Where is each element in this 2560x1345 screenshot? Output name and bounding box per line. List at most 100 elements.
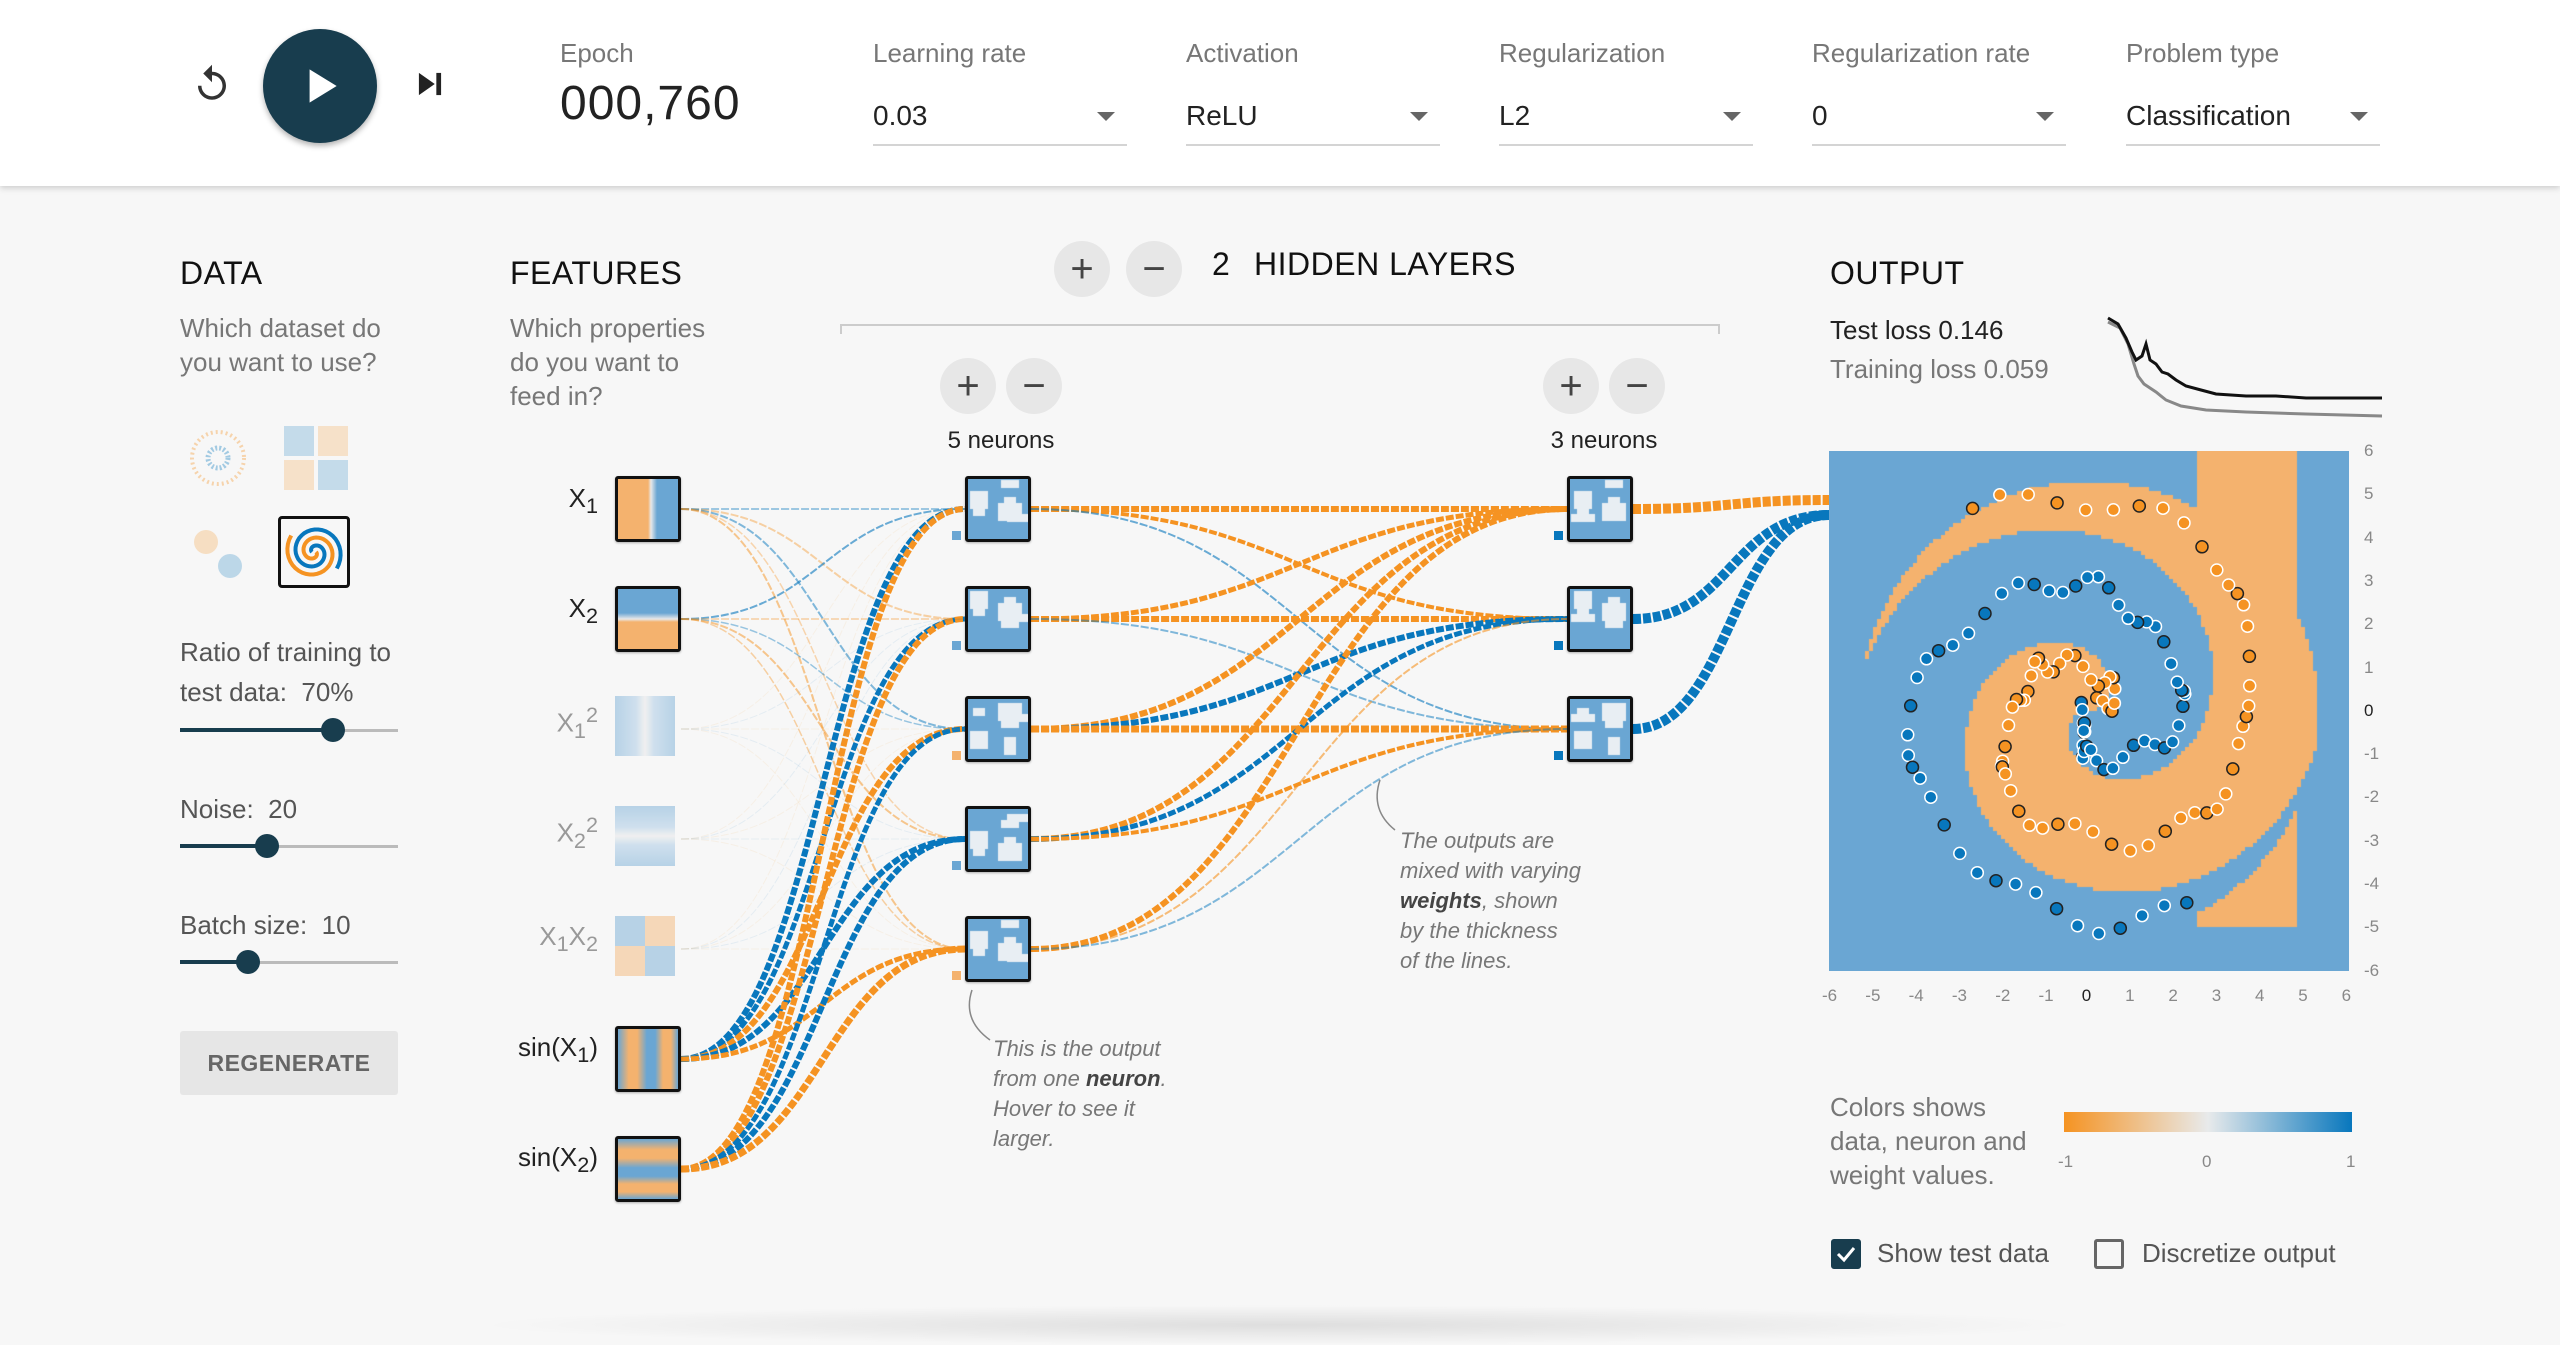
feature-node-sin-x1[interactable] — [615, 1026, 681, 1092]
weight-l2-1-out[interactable] — [1632, 510, 1830, 624]
feature-label-x1-squared: X12 — [556, 702, 598, 743]
orange-data-point — [2021, 487, 2035, 502]
weights-annotation: The outputs are mixed with varying weigh… — [1400, 826, 1581, 976]
add-neuron-layer1-button[interactable]: + — [940, 358, 996, 414]
weight-inactive-3-0[interactable] — [680, 508, 966, 840]
remove-layer-button[interactable]: − — [1126, 241, 1182, 297]
regularization-select[interactable]: L2 — [1499, 90, 1753, 146]
output-decision-boundary[interactable] — [1829, 451, 2349, 971]
color-legend-text: Colors shows data, neuron and weight val… — [1830, 1090, 2060, 1192]
blue-data-point — [2121, 611, 2135, 626]
weight-l1-3-l2-0[interactable] — [1030, 506, 1568, 842]
y-tick: 2 — [2364, 614, 2374, 634]
blue-data-point — [2172, 718, 2186, 733]
orange-data-point — [2242, 679, 2257, 693]
feature-node-x1-squared[interactable] — [615, 696, 681, 762]
orange-data-point — [2027, 655, 2042, 669]
hidden-neuron-l1-4[interactable] — [965, 806, 1031, 872]
orange-data-point — [2195, 540, 2209, 554]
hidden-neuron-l2-1-heatmap — [1570, 479, 1630, 539]
learning-rate-select[interactable]: 0.03 — [873, 90, 1127, 146]
problem-type-select[interactable]: Classification — [2126, 90, 2380, 146]
blue-data-point — [2068, 579, 2083, 593]
activation-select[interactable]: ReLU — [1186, 90, 1440, 146]
blue-data-point — [2116, 750, 2130, 765]
hidden-neuron-l2-3[interactable] — [1567, 696, 1633, 762]
weight-l2-0-out[interactable] — [1632, 495, 1830, 514]
orange-data-point — [1998, 767, 2013, 781]
blue-data-point — [2165, 735, 2180, 749]
hidden-neuron-l1-3[interactable] — [965, 696, 1031, 762]
reset-button[interactable] — [186, 58, 238, 110]
learning-rate-label: Learning rate — [873, 38, 1027, 68]
orange-data-point — [2050, 496, 2064, 510]
y-tick: -1 — [2364, 744, 2380, 764]
y-tick: -3 — [2364, 830, 2380, 850]
feature-node-sin-x2[interactable] — [615, 1136, 681, 1202]
discretize-output-label[interactable]: Discretize output — [2142, 1238, 2336, 1269]
legend-max: 1 — [2346, 1152, 2356, 1171]
bias-indicator — [952, 971, 961, 980]
hidden-neuron-l2-1[interactable] — [1567, 476, 1633, 542]
feature-label-sin-x1: sin(X1) — [518, 1032, 598, 1068]
problem-type-value: Classification — [2126, 100, 2291, 131]
regularization-value: L2 — [1499, 100, 1531, 131]
remove-neuron-layer1-button[interactable]: − — [1006, 358, 1062, 414]
feature-label-x1: X1 — [568, 483, 598, 519]
hidden-neuron-l1-1[interactable] — [965, 476, 1031, 542]
blue-data-point — [1953, 846, 1967, 861]
dropdown-arrow-icon — [2350, 112, 2368, 121]
dropdown-arrow-icon — [2036, 112, 2054, 121]
blue-data-point — [1913, 771, 1927, 785]
add-neuron-layer2-button[interactable]: + — [1543, 358, 1599, 414]
step-button[interactable] — [404, 58, 456, 110]
y-tick: 1 — [2364, 657, 2374, 677]
orange-data-point — [2084, 673, 2098, 687]
discretize-output-checkbox[interactable] — [2094, 1239, 2124, 1269]
data-points — [1900, 487, 2257, 941]
weight-l2-2-out[interactable] — [1632, 510, 1830, 734]
layer2-neuron-count: 3 neurons — [1550, 427, 1658, 454]
feature-node-x2[interactable] — [615, 586, 681, 652]
legend-line: weight values. — [1830, 1160, 1995, 1190]
hidden-neuron-l2-2[interactable] — [1567, 586, 1633, 652]
reset-icon — [198, 64, 226, 100]
annotation-line: by the thickness — [1400, 918, 1558, 943]
play-button[interactable] — [263, 29, 377, 143]
hidden-neuron-l1-5[interactable] — [965, 916, 1031, 982]
annotation-line: larger. — [993, 1126, 1055, 1151]
neuron-annotation-arrow — [968, 989, 991, 1041]
feature-node-x1x2[interactable] — [615, 916, 681, 982]
blue-data-point — [2042, 584, 2056, 598]
blue-data-point — [1910, 670, 1924, 685]
remove-neuron-layer2-button[interactable]: − — [1609, 358, 1665, 414]
orange-data-point — [2106, 503, 2121, 517]
feature-node-x2-squared[interactable] — [615, 806, 681, 872]
blue-data-point — [2106, 761, 2120, 776]
orange-data-point — [2158, 824, 2173, 838]
color-scale-bar — [2064, 1112, 2352, 1132]
regularization-rate-select[interactable]: 0 — [1812, 90, 2066, 146]
weight-inactive-4-3[interactable] — [680, 838, 966, 950]
orange-data-point — [2240, 619, 2255, 633]
orange-data-point — [2012, 804, 2026, 818]
orange-data-point — [2104, 837, 2119, 851]
hidden-neuron-l1-2[interactable] — [965, 586, 1031, 652]
y-tick: 3 — [2364, 570, 2374, 590]
feature-node-x1[interactable] — [615, 476, 681, 542]
show-test-data-label[interactable]: Show test data — [1877, 1238, 2049, 1269]
weight-l0-6-l1-4[interactable] — [680, 945, 966, 1173]
orange-data-point — [1993, 488, 2007, 502]
add-layer-button[interactable]: + — [1054, 241, 1110, 297]
show-test-data-checkbox[interactable] — [1831, 1239, 1861, 1269]
regularization-rate-label: Regularization rate — [1812, 38, 2031, 68]
blue-data-point — [2180, 895, 2194, 910]
dropdown-arrow-icon — [1097, 112, 1115, 121]
feature-sinx1-heatmap — [618, 1029, 678, 1089]
orange-data-point — [2210, 563, 2224, 577]
blue-data-point — [1901, 748, 1916, 763]
x-tick: -5 — [1865, 986, 1881, 1005]
orange-data-point — [2076, 659, 2090, 674]
feature-x1x2-heatmap — [615, 916, 675, 976]
bias-indicator — [1554, 751, 1563, 760]
